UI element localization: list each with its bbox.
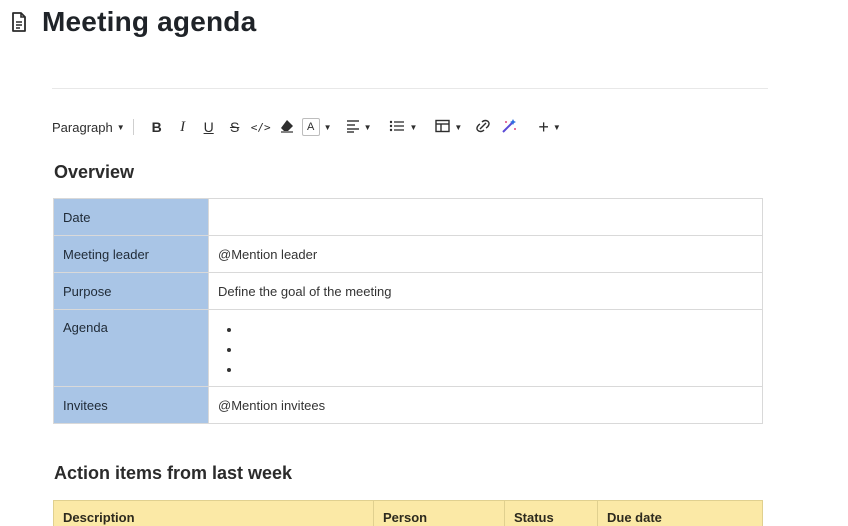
table-row: Invitees @Mention invitees [53, 386, 763, 424]
agenda-bullet-item[interactable] [242, 320, 753, 340]
title-divider [52, 88, 768, 89]
table-icon [435, 119, 451, 136]
column-header-due-date[interactable]: Due date [597, 500, 763, 526]
chevron-down-icon: ▼ [409, 122, 418, 132]
column-header-description[interactable]: Description [53, 500, 374, 526]
table-row: Agenda [53, 309, 763, 387]
agenda-bullet-item[interactable] [242, 360, 753, 380]
action-items-table: Description Person Status Due date [53, 500, 763, 526]
table-header-row: Description Person Status Due date [53, 500, 763, 526]
link-button[interactable] [472, 114, 494, 140]
column-header-person[interactable]: Person [373, 500, 505, 526]
meeting-leader-label[interactable]: Meeting leader [53, 235, 209, 273]
purpose-label[interactable]: Purpose [53, 272, 209, 310]
page-title-row: Meeting agenda [10, 2, 256, 42]
magic-wand-icon [501, 118, 517, 137]
overview-table: Date Meeting leader @Mention leader Purp… [53, 198, 763, 424]
date-label[interactable]: Date [53, 198, 209, 236]
link-icon [475, 119, 491, 136]
agenda-label[interactable]: Agenda [53, 309, 209, 387]
bullet-list-icon [389, 119, 405, 136]
plus-icon: + [538, 117, 549, 137]
list-dropdown[interactable]: ▼ [389, 114, 417, 140]
column-header-status[interactable]: Status [504, 500, 598, 526]
agenda-bullet-item[interactable] [242, 340, 753, 360]
agenda-value-cell[interactable] [208, 309, 763, 387]
code-button[interactable]: </> [250, 114, 272, 140]
chevron-down-icon: ▼ [454, 122, 463, 132]
eraser-icon [280, 119, 294, 136]
table-row: Meeting leader @Mention leader [53, 235, 763, 273]
editor-toolbar: Paragraph ▼ B I U S </> A ▼ ▼ ▼ ▼ + ▼ [52, 114, 561, 140]
invitees-label[interactable]: Invitees [53, 386, 209, 424]
alignment-dropdown[interactable]: ▼ [346, 114, 372, 140]
underline-button[interactable]: U [198, 114, 220, 140]
chevron-down-icon: ▼ [323, 122, 332, 132]
table-dropdown[interactable]: ▼ [435, 114, 462, 140]
purpose-value-cell[interactable]: Define the goal of the meeting [208, 272, 763, 310]
table-row: Purpose Define the goal of the meeting [53, 272, 763, 310]
insert-dropdown[interactable]: + ▼ [538, 114, 560, 140]
italic-button[interactable]: I [172, 114, 194, 140]
invitees-value-cell[interactable]: @Mention invitees [208, 386, 763, 424]
clear-formatting-button[interactable] [276, 114, 298, 140]
page-title[interactable]: Meeting agenda [42, 6, 256, 38]
align-left-icon [346, 119, 360, 136]
agenda-bullet-list [218, 320, 753, 380]
chevron-down-icon: ▼ [552, 122, 561, 132]
toolbar-separator [132, 119, 134, 135]
chevron-down-icon: ▼ [116, 122, 125, 132]
text-color-swatch: A [301, 118, 320, 136]
editor-page: Meeting agenda Paragraph ▼ B I U S </> A… [0, 0, 848, 526]
chevron-down-icon: ▼ [363, 122, 372, 132]
date-value-cell[interactable] [208, 198, 763, 236]
bold-button[interactable]: B [146, 114, 168, 140]
paragraph-style-label: Paragraph [52, 119, 113, 135]
text-color-dropdown[interactable]: A ▼ [301, 114, 332, 140]
strikethrough-button[interactable]: S [224, 114, 246, 140]
paragraph-style-dropdown[interactable]: Paragraph ▼ [52, 114, 125, 140]
meeting-leader-value-cell[interactable]: @Mention leader [208, 235, 763, 273]
action-items-heading[interactable]: Action items from last week [54, 463, 292, 484]
overview-heading[interactable]: Overview [54, 162, 134, 183]
document-icon [10, 11, 28, 33]
ai-assist-button[interactable] [498, 114, 520, 140]
table-row: Date [53, 198, 763, 236]
